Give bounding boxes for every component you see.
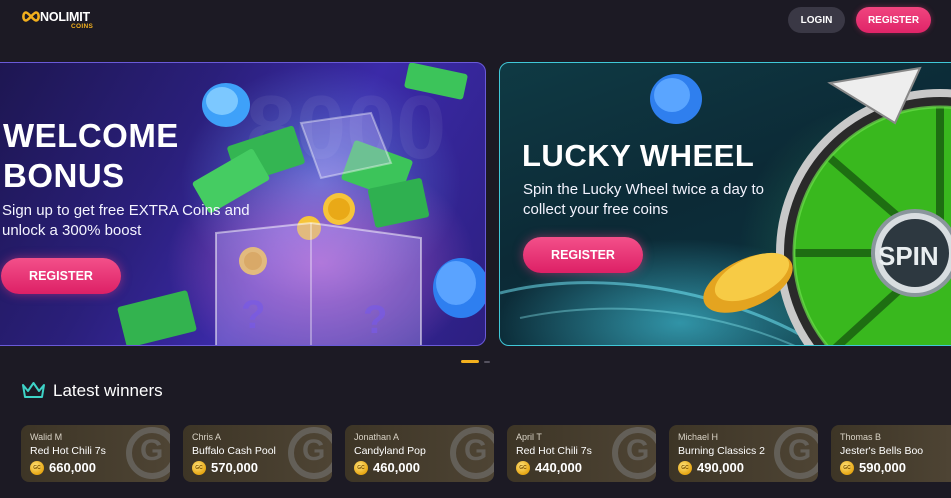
nolimit-coins-logo[interactable]: NOLIMIT COINS [21, 10, 111, 32]
winner-amount: 490,000 [697, 460, 744, 475]
g-logo-icon [612, 427, 656, 479]
gold-coin-icon: GC [354, 461, 368, 475]
crown-icon [22, 382, 45, 398]
winner-game: Red Hot Chili 7s [30, 445, 106, 457]
winner-card[interactable]: Jonathan A Candyland Pop GC 460,000 [345, 425, 494, 482]
carousel-dot-active[interactable] [461, 360, 479, 363]
banner-title: LUCKY WHEEL [522, 138, 755, 173]
winner-card[interactable]: Thomas B Jester's Bells Boo GC 590,000 [831, 425, 951, 482]
winner-amount: 570,000 [211, 460, 258, 475]
g-logo-icon [288, 427, 332, 479]
winner-card[interactable]: Michael H Burning Classics 2 GC 490,000 [669, 425, 818, 482]
winner-game: Red Hot Chili 7s [516, 445, 592, 457]
winner-game: Candyland Pop [354, 445, 426, 457]
winner-amount: 460,000 [373, 460, 420, 475]
banner-title-line1: WELCOME [3, 117, 179, 154]
winner-card[interactable]: Walid M Red Hot Chili 7s GC 660,000 [21, 425, 170, 482]
lucky-wheel-banner[interactable]: SPIN LUCKY WHEEL Spin the Lucky Wheel tw… [499, 62, 951, 346]
g-logo-icon [126, 427, 170, 479]
winner-amount: 590,000 [859, 460, 906, 475]
winner-name: Thomas B [840, 432, 882, 442]
carousel-dot[interactable] [484, 361, 490, 363]
top-header: NOLIMIT COINS LOGIN REGISTER [0, 0, 951, 42]
welcome-register-button[interactable]: REGISTER [1, 258, 121, 294]
gold-coin-icon: GC [840, 461, 854, 475]
banner-description-line2: collect your free coins [523, 201, 669, 218]
welcome-bonus-banner[interactable]: 8000 ? ? WELCOME BONUS Sign up to get fr… [0, 62, 486, 346]
winner-card[interactable]: April T Red Hot Chili 7s GC 440,000 [507, 425, 656, 482]
svg-text:?: ? [363, 298, 387, 342]
g-logo-icon [450, 427, 494, 479]
gold-coin-icon: GC [516, 461, 530, 475]
spin-label: SPIN [878, 241, 939, 271]
register-button[interactable]: REGISTER [856, 7, 931, 33]
login-button[interactable]: LOGIN [788, 7, 845, 33]
svg-text:?: ? [241, 293, 265, 337]
winner-card[interactable]: Chris A Buffalo Cash Pool GC 570,000 [183, 425, 332, 482]
winner-amount: 660,000 [49, 460, 96, 475]
winner-name: April T [516, 432, 542, 442]
banner-title-line2: BONUS [3, 157, 125, 194]
logo-subtext: COINS [71, 23, 94, 30]
gold-coin-icon: GC [678, 461, 692, 475]
gold-coin-icon: GC [30, 461, 44, 475]
winner-name: Jonathan A [354, 432, 400, 442]
winner-amount: 440,000 [535, 460, 582, 475]
logo-text: NOLIMIT [40, 10, 90, 24]
winner-name: Walid M [30, 432, 63, 442]
winner-name: Chris A [192, 432, 222, 442]
banner-description-line2: unlock a 300% boost [2, 222, 142, 239]
winner-name: Michael H [678, 432, 719, 442]
lucky-wheel-register-button[interactable]: REGISTER [523, 237, 643, 273]
winner-game: Buffalo Cash Pool [192, 445, 276, 457]
latest-winners-heading: Latest winners [53, 381, 163, 400]
gold-coin-icon: GC [192, 461, 206, 475]
banner-description-line1: Spin the Lucky Wheel twice a day to [523, 181, 764, 198]
winner-game: Jester's Bells Boo [840, 445, 924, 457]
banner-description-line1: Sign up to get free EXTRA Coins and [2, 202, 250, 219]
infinity-icon [22, 11, 40, 22]
g-logo-icon [774, 427, 818, 479]
winner-game: Burning Classics 2 [678, 445, 765, 457]
